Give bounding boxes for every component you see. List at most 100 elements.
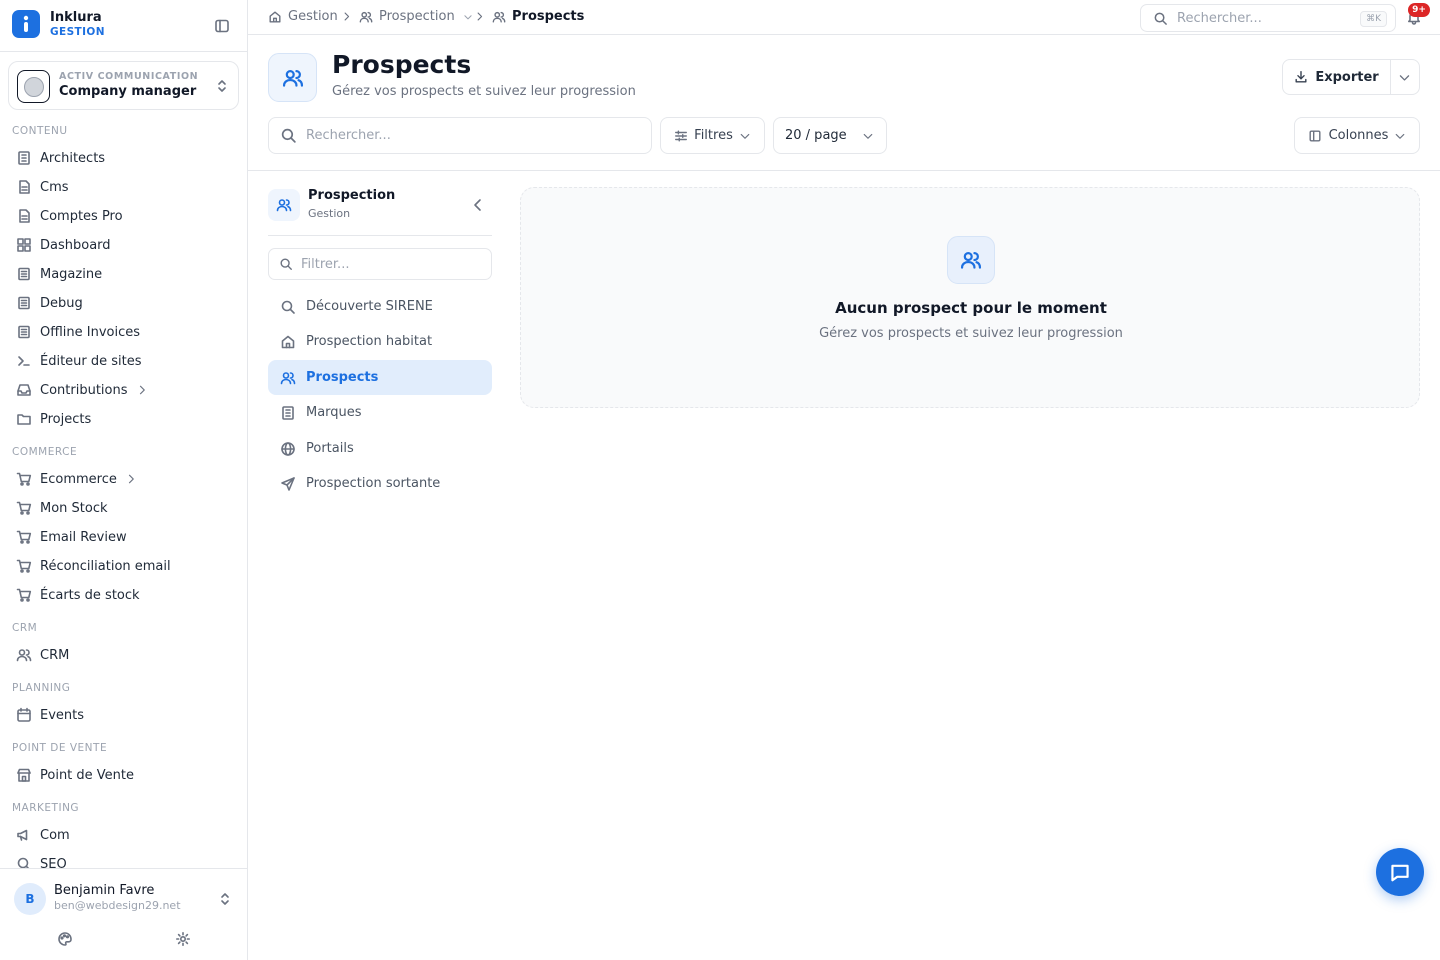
sidebar-item-contributions[interactable]: Contributions xyxy=(8,376,240,404)
file-text-icon xyxy=(19,209,30,223)
header-divider xyxy=(248,170,1440,171)
export-button-group: Exporter xyxy=(1282,59,1420,95)
users-icon xyxy=(280,371,296,384)
subnav-item-prospection-habitat[interactable]: Prospection habitat xyxy=(268,324,492,359)
sidebar-item-seo[interactable]: SEO xyxy=(8,850,240,868)
export-menu-button[interactable] xyxy=(1390,60,1419,94)
home-icon xyxy=(269,10,281,23)
chevron-right-icon xyxy=(341,11,352,22)
subnav-item-prospects[interactable]: Prospects xyxy=(268,360,492,395)
org-name: Company manager xyxy=(59,84,197,99)
layout-grid-icon xyxy=(17,238,31,252)
brand-subtitle: GESTION xyxy=(50,26,105,38)
sidebar-item-reconciliation[interactable]: Réconciliation email xyxy=(8,552,240,580)
subnav-item-label: Prospects xyxy=(306,370,379,385)
filters-button[interactable]: Filtres xyxy=(660,117,765,154)
sidebar-item-ecarts[interactable]: Écarts de stock xyxy=(8,581,240,609)
page-size-select[interactable]: 20 / page xyxy=(773,117,887,154)
empty-state-subtitle: Gérez vos prospects et suivez leur progr… xyxy=(819,326,1123,341)
shopping-cart-icon xyxy=(16,472,32,486)
chevrons-up-down-icon[interactable] xyxy=(217,891,233,907)
newspaper-icon xyxy=(18,325,30,339)
search-input[interactable]: Rechercher... xyxy=(268,117,652,154)
sidebar-item-comptes-pro[interactable]: Comptes Pro xyxy=(8,202,240,230)
sidebar-item-crm[interactable]: CRM xyxy=(8,641,240,669)
shortcut-badge: ⌘K xyxy=(1360,11,1387,27)
sidebar-item-cms[interactable]: Cms xyxy=(8,173,240,201)
palette-icon[interactable] xyxy=(57,931,73,947)
empty-state: Aucun prospect pour le moment Gérez vos … xyxy=(520,187,1420,408)
breadcrumb-prospection[interactable]: Prospection xyxy=(359,9,479,24)
sidebar-item-label: Point de Vente xyxy=(40,767,135,783)
org-switcher[interactable]: ACTIV COMMUNICATION Company manager xyxy=(8,61,239,110)
sidebar-item-label: Réconciliation email xyxy=(40,558,171,574)
calendar-icon xyxy=(17,707,31,722)
global-search-input[interactable]: Rechercher... ⌘K xyxy=(1140,4,1396,32)
file-text-icon xyxy=(19,180,30,194)
message-square-icon xyxy=(1391,864,1409,882)
sidebar-toggle-icon[interactable] xyxy=(214,18,243,34)
breadcrumb-prospects: Prospects xyxy=(492,9,584,24)
subnav-item-decouverte-sirene[interactable]: Découverte SIRENE xyxy=(268,289,492,324)
sidebar-item-mon-stock[interactable]: Mon Stock xyxy=(8,494,240,522)
sidebar-item-architects[interactable]: Architects xyxy=(8,144,240,172)
section-title-commerce: COMMERCE xyxy=(12,446,78,458)
subnav-item-marques[interactable]: Marques xyxy=(268,395,492,430)
chevron-down-icon xyxy=(740,133,750,139)
search-icon xyxy=(17,857,30,868)
download-icon xyxy=(1295,71,1307,83)
sliders-icon xyxy=(675,129,688,142)
page-size-value: 20 / page xyxy=(785,128,847,143)
globe-icon xyxy=(281,441,295,456)
sidebar-item-projects[interactable]: Projects xyxy=(8,405,240,433)
search-icon xyxy=(281,128,296,143)
megaphone-icon xyxy=(17,829,28,841)
shopping-cart-icon xyxy=(16,588,32,602)
user-menu[interactable]: B Benjamin Favre ben@webdesign29.net xyxy=(0,868,247,960)
subnav-item-label: Prospection habitat xyxy=(306,334,433,349)
chat-button[interactable] xyxy=(1376,848,1424,896)
columns-icon xyxy=(1309,129,1321,142)
columns-label: Colonnes xyxy=(1328,128,1389,143)
chevron-left-icon[interactable] xyxy=(470,197,486,213)
sidebar-item-events[interactable]: Events xyxy=(8,701,240,729)
org-avatar xyxy=(17,70,50,103)
subnav-item-prospection-sortante[interactable]: Prospection sortante xyxy=(268,466,492,501)
page-icon xyxy=(268,53,317,102)
search-icon xyxy=(280,258,292,270)
chevron-down-icon xyxy=(863,133,873,139)
sidebar-item-debug[interactable]: Debug xyxy=(8,289,240,317)
sidebar-item-editeur[interactable]: Éditeur de sites xyxy=(8,347,240,375)
export-button[interactable]: Exporter xyxy=(1283,60,1391,94)
sidebar-nav: CONTENU Architects Cms Comptes Pro Dashb… xyxy=(0,118,247,868)
folder-icon xyxy=(17,414,31,425)
chevron-down-icon xyxy=(464,14,472,19)
users-icon xyxy=(359,11,373,23)
shopping-cart-icon xyxy=(16,530,32,544)
sidebar-item-magazine[interactable]: Magazine xyxy=(8,260,240,288)
sidebar-item-point-de-vente[interactable]: Point de Vente xyxy=(8,761,240,789)
subnav-item-label: Marques xyxy=(306,405,362,420)
search-placeholder: Rechercher... xyxy=(1177,11,1262,26)
notification-badge: 9+ xyxy=(1408,3,1430,17)
subnav-filter-input[interactable]: Filtrer... xyxy=(268,248,492,280)
breadcrumb-gestion[interactable]: Gestion xyxy=(268,9,338,24)
section-title-contenu: CONTENU xyxy=(12,125,68,137)
columns-button[interactable]: Colonnes xyxy=(1294,117,1420,154)
sidebar-item-label: Events xyxy=(40,707,85,723)
sidebar-item-com[interactable]: Com xyxy=(8,821,240,849)
store-icon xyxy=(17,768,31,782)
breadcrumb-label: Prospection xyxy=(379,9,455,24)
gear-icon[interactable] xyxy=(175,931,191,947)
users-icon xyxy=(960,252,982,269)
sidebar-item-email-review[interactable]: Email Review xyxy=(8,523,240,551)
shopping-cart-icon xyxy=(16,501,32,515)
sidebar-item-dashboard[interactable]: Dashboard xyxy=(8,231,240,259)
sidebar-item-offline-invoices[interactable]: Offline Invoices xyxy=(8,318,240,346)
sidebar-item-ecommerce[interactable]: Ecommerce xyxy=(8,465,240,493)
subnav-item-portails[interactable]: Portails xyxy=(268,431,492,466)
sidebar-divider xyxy=(0,51,248,52)
page-title: Prospects xyxy=(332,50,472,79)
section-title-crm: CRM xyxy=(12,622,38,634)
brand[interactable]: Inklura GESTION xyxy=(12,10,236,42)
